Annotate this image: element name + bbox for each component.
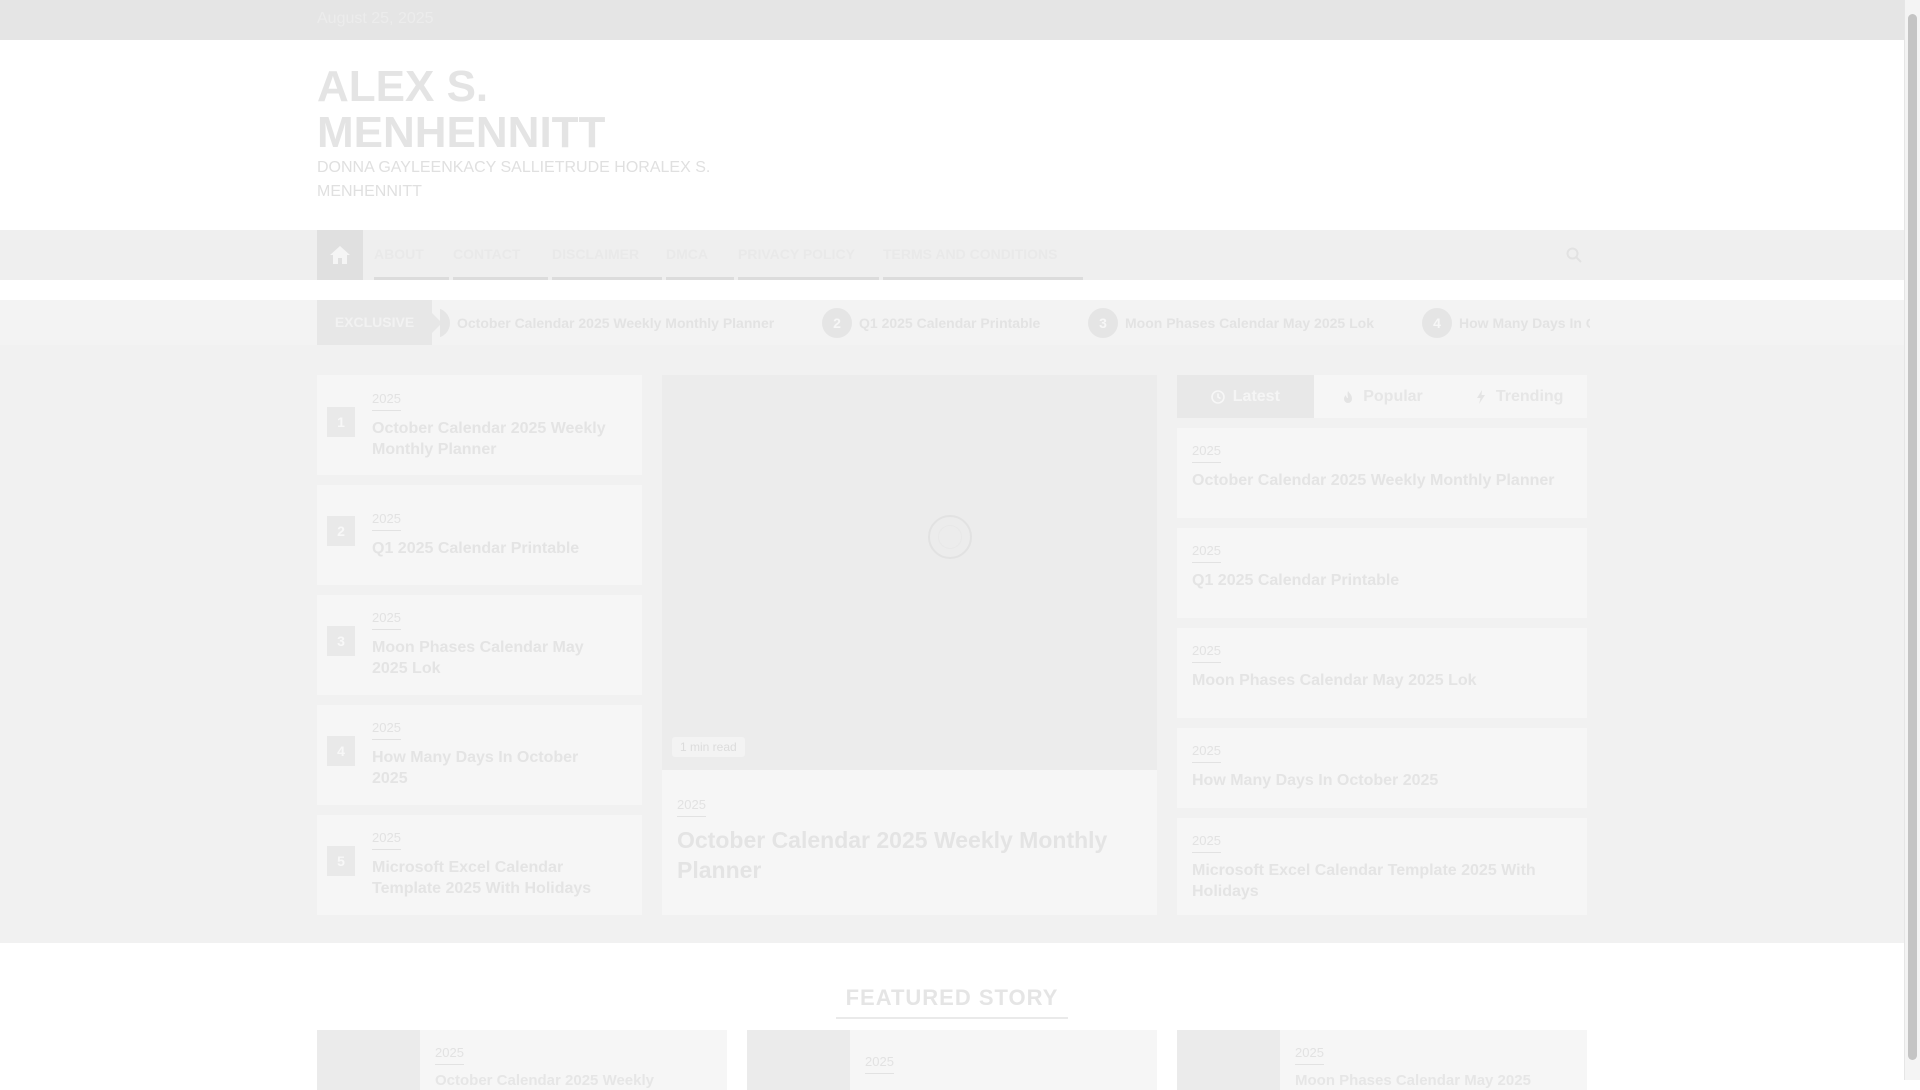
featured-story-card[interactable]: 2025 October Calendar 2025 Weekly [317, 1030, 727, 1090]
post-category[interactable]: 2025 [372, 391, 401, 411]
post-category[interactable]: 2025 [372, 511, 401, 531]
ticker-item[interactable]: 2 Q1 2025 Calendar Printable [822, 300, 1040, 345]
ticker-item-title: Q1 2025 Calendar Printable [859, 314, 1041, 331]
featured-post-title[interactable]: October Calendar 2025 Weekly Monthly Pla… [677, 825, 1127, 885]
post-title[interactable]: How Many Days In October 2025 [1192, 770, 1572, 791]
current-date: August 25, 2025 [317, 10, 434, 27]
nav-item-disclaimer[interactable]: DISCLAIMER [552, 230, 662, 280]
post-category[interactable]: 2025 [372, 610, 401, 630]
nav-item-contact[interactable]: CONTACT [453, 230, 548, 280]
featured-story-card[interactable]: 2025 Moon Phases Calendar May 2025 [1177, 1030, 1587, 1090]
ticker-item-title: How Many Days In October 2025 [1459, 314, 1590, 331]
post-title[interactable]: October Calendar 2025 Weekly [435, 1072, 654, 1089]
post-category[interactable]: 2025 [677, 797, 706, 817]
nav-item-terms-and-conditions[interactable]: TERMS AND CONDITIONS [883, 230, 1083, 280]
tab-popular[interactable]: Popular [1314, 375, 1451, 418]
post-category[interactable]: 2025 [1192, 643, 1221, 663]
post-title[interactable]: October Calendar 2025 Weekly Monthly Pla… [372, 418, 612, 460]
featured-story-heading: FEATURED STORY [0, 985, 1904, 1019]
fire-icon [1344, 390, 1353, 403]
list-item[interactable]: 2025 How Many Days In October 2025 [1177, 728, 1587, 808]
post-title[interactable]: Microsoft Excel Calendar Template 2025 W… [1192, 860, 1572, 902]
post-category[interactable]: 2025 [1295, 1045, 1324, 1065]
loading-spinner-icon [928, 515, 972, 559]
ticker-item-number: 2 [822, 307, 852, 338]
post-title[interactable]: Moon Phases Calendar May 2025 [1295, 1072, 1531, 1089]
tab-bar: Latest Popular Trending [1177, 375, 1587, 418]
list-item[interactable]: 2025 October Calendar 2025 Weekly Monthl… [1177, 428, 1587, 518]
post-title[interactable]: Microsoft Excel Calendar Template 2025 W… [372, 857, 612, 899]
tab-label: Popular [1363, 387, 1423, 405]
post-thumbnail[interactable] [747, 1030, 850, 1090]
tab-latest[interactable]: Latest [1177, 375, 1314, 418]
list-item[interactable]: 5 2025 Microsoft Excel Calendar Template… [317, 815, 642, 915]
ticker-item[interactable]: 3 Moon Phases Calendar May 2025 Lok [1088, 300, 1374, 345]
post-category[interactable]: 2025 [1192, 443, 1221, 463]
post-title[interactable]: Q1 2025 Calendar Printable [1192, 570, 1572, 591]
post-category[interactable]: 2025 [1192, 743, 1221, 763]
top-bar: August 25, 2025 [0, 0, 1904, 40]
list-item-number: 4 [327, 736, 355, 766]
news-ticker: EXCLUSIVE 1 October Calendar 2025 Weekly… [0, 300, 1904, 345]
ticker-item-title: October Calendar 2025 Weekly Monthly Pla… [457, 314, 775, 331]
site-title[interactable]: ALEX S. MENHENNITT [317, 64, 677, 156]
tab-label: Latest [1232, 387, 1280, 405]
ticker-label: EXCLUSIVE [317, 300, 442, 345]
nav-item-about[interactable]: ABOUT [374, 230, 449, 280]
ticker-item-title: Moon Phases Calendar May 2025 Lok [1125, 314, 1374, 331]
featured-post[interactable]: 1 min read 2025 October Calendar 2025 We… [662, 375, 1157, 915]
featured-post-image[interactable]: 1 min read [662, 375, 1157, 770]
list-item-number: 3 [327, 626, 355, 656]
post-thumbnail[interactable] [317, 1030, 420, 1090]
ticker-item-number: 3 [1088, 307, 1118, 338]
ticker-track: 1 October Calendar 2025 Weekly Monthly P… [440, 300, 1590, 345]
list-item[interactable]: 2025 Q1 2025 Calendar Printable [1177, 528, 1587, 618]
post-category[interactable]: 2025 [372, 830, 401, 850]
search-icon[interactable] [1566, 247, 1582, 263]
post-title[interactable]: How Many Days In October 2025 [372, 747, 612, 789]
ticker-item-number: 1 [440, 307, 450, 338]
scrollbar-thumb[interactable] [1908, 14, 1917, 1060]
list-item[interactable]: 2025 Microsoft Excel Calendar Template 2… [1177, 818, 1587, 915]
list-item[interactable]: 2025 Moon Phases Calendar May 2025 Lok [1177, 628, 1587, 718]
post-title[interactable]: Q1 2025 Calendar Printable [372, 538, 612, 559]
featured-story-card[interactable]: 2025 [747, 1030, 1157, 1090]
site-header: ALEX S. MENHENNITT DONNA GAYLEENKACY SAL… [0, 40, 1904, 230]
clock-icon [1210, 389, 1225, 404]
home-icon [330, 246, 350, 264]
bolt-icon [1476, 389, 1485, 404]
nav-item-privacy-policy[interactable]: PRIVACY POLICY [738, 230, 879, 280]
page-scrollbar[interactable] [1904, 0, 1920, 1080]
list-item[interactable]: 2 2025 Q1 2025 Calendar Printable [317, 485, 642, 585]
post-title[interactable]: October Calendar 2025 Weekly Monthly Pla… [1192, 470, 1572, 491]
post-category[interactable]: 2025 [372, 720, 401, 740]
post-category[interactable]: 2025 [865, 1054, 894, 1074]
post-category[interactable]: 2025 [435, 1045, 464, 1065]
nav-item-dmca[interactable]: DMCA [666, 230, 734, 280]
list-item[interactable]: 1 2025 October Calendar 2025 Weekly Mont… [317, 375, 642, 475]
main-section: 1 2025 October Calendar 2025 Weekly Mont… [0, 345, 1904, 943]
ticker-item[interactable]: 1 October Calendar 2025 Weekly Monthly P… [440, 300, 774, 345]
ticker-item-number: 4 [1422, 307, 1452, 338]
list-item-number: 1 [327, 407, 355, 437]
read-time-badge: 1 min read [672, 737, 745, 757]
post-title[interactable]: Moon Phases Calendar May 2025 Lok [372, 637, 612, 679]
tab-trending[interactable]: Trending [1450, 375, 1587, 418]
post-category[interactable]: 2025 [1192, 543, 1221, 563]
post-title[interactable]: Moon Phases Calendar May 2025 Lok [1192, 670, 1572, 691]
main-nav: ABOUT CONTACT DISCLAIMER DMCA PRIVACY PO… [0, 230, 1904, 280]
list-item-number: 2 [327, 516, 355, 546]
site-tagline: DONNA GAYLEENKACY SALLIETRUDE HORALEX S.… [317, 159, 711, 200]
post-category[interactable]: 2025 [1192, 833, 1221, 853]
ticker-item[interactable]: 4 How Many Days In October 2025 [1422, 300, 1590, 345]
section-title: FEATURED STORY [835, 985, 1069, 1019]
list-item-number: 5 [327, 846, 355, 876]
list-item[interactable]: 4 2025 How Many Days In October 2025 [317, 705, 642, 805]
tab-label: Trending [1495, 387, 1564, 405]
spacer [0, 280, 1904, 300]
list-item[interactable]: 3 2025 Moon Phases Calendar May 2025 Lok [317, 595, 642, 695]
post-thumbnail[interactable] [1177, 1030, 1280, 1090]
home-button[interactable] [317, 230, 363, 280]
